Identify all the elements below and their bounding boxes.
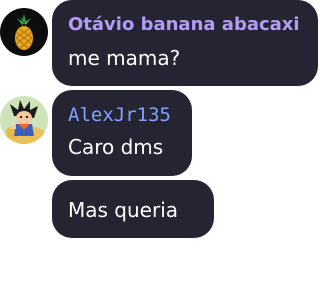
pineapple-avatar[interactable]	[0, 8, 48, 56]
message-bubble[interactable]: AlexJr135 Caro dms	[52, 90, 192, 176]
chat-area: Otávio banana abacaxi me mama? AlexJr135…	[0, 0, 320, 288]
message-bubble[interactable]: Mas queria	[52, 180, 214, 238]
message-text: me mama?	[68, 46, 181, 70]
sender-name[interactable]: Otávio banana abacaxi	[68, 14, 300, 36]
message-bubble[interactable]: Otávio banana abacaxi me mama?	[52, 0, 318, 86]
anime-character-icon	[0, 96, 48, 144]
message-text: Mas queria	[68, 198, 178, 222]
pineapple-icon	[0, 8, 48, 56]
sender-name[interactable]: AlexJr135	[68, 104, 171, 126]
anime-character-avatar[interactable]	[0, 96, 48, 144]
message-text: Caro dms	[68, 135, 164, 159]
